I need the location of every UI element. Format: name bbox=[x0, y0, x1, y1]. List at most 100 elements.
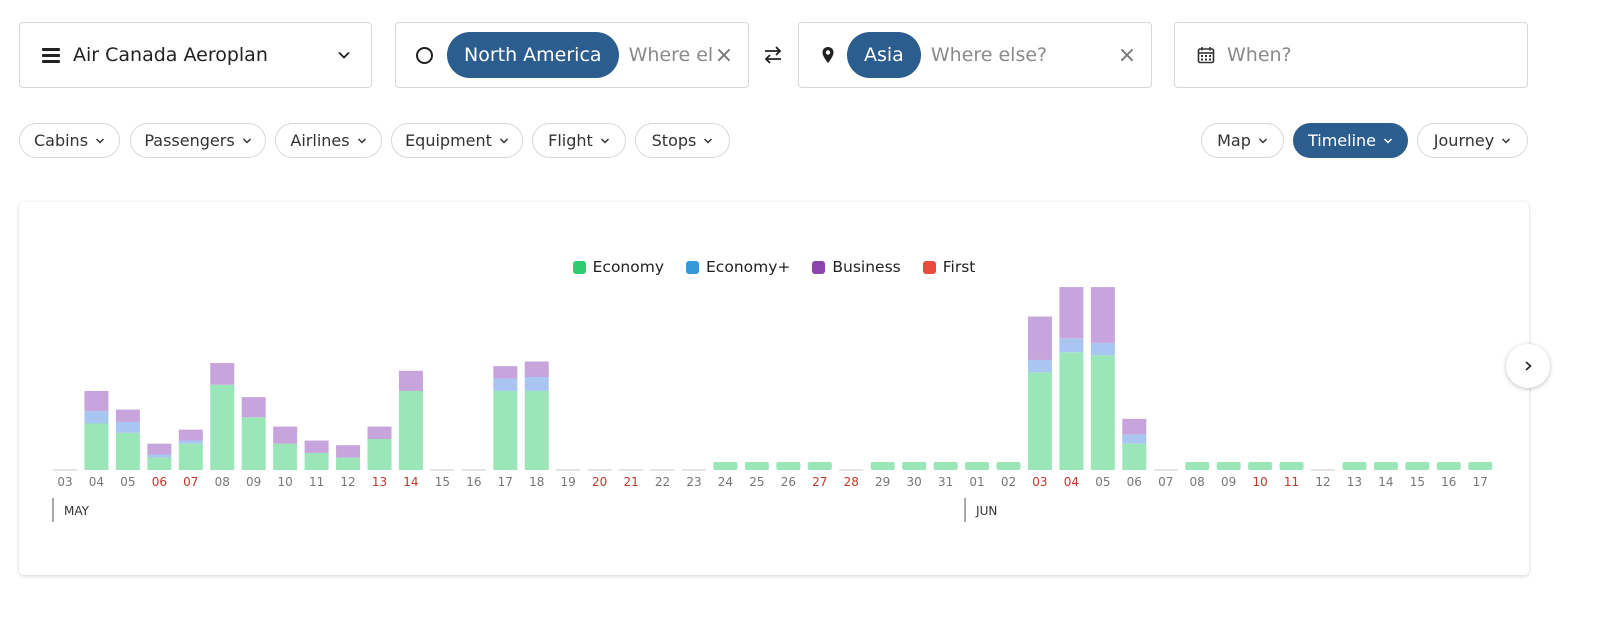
bar-segment-business bbox=[524, 361, 549, 377]
chevron-down-icon bbox=[704, 137, 713, 144]
bar-segment-economy bbox=[147, 457, 172, 470]
bar-segment-business bbox=[84, 390, 109, 412]
day-tick-label: 12 bbox=[340, 475, 355, 489]
chevron-down-icon bbox=[242, 137, 251, 144]
bar-segment-economy bbox=[1436, 462, 1461, 470]
bar-segment-economy-plus bbox=[1059, 338, 1084, 353]
bar-segment-economy bbox=[1248, 462, 1273, 470]
day-tick-label: 29 bbox=[875, 475, 890, 489]
day-tick-label: 05 bbox=[1095, 475, 1110, 489]
filter-label: Passengers bbox=[144, 131, 235, 150]
bar-segment-economy-plus bbox=[493, 378, 518, 391]
bar-segment-economy-plus bbox=[1090, 342, 1115, 356]
program-select[interactable]: Air Canada Aeroplan bbox=[19, 22, 372, 88]
day-tick-label: 03 bbox=[57, 475, 72, 489]
day-tick-label: 16 bbox=[1441, 475, 1456, 489]
bar-segment-economy-plus bbox=[147, 454, 172, 458]
filter-airlines[interactable]: Airlines bbox=[275, 123, 382, 158]
destination-chip[interactable]: Asia bbox=[847, 32, 921, 78]
day-tick-label: 15 bbox=[1410, 475, 1425, 489]
bar-segment-business bbox=[367, 426, 392, 439]
chevron-down-icon bbox=[600, 137, 609, 144]
view-timeline[interactable]: Timeline bbox=[1293, 123, 1408, 158]
destination-clear-icon[interactable]: × bbox=[1117, 43, 1137, 68]
day-tick-label: 07 bbox=[1158, 475, 1173, 489]
view-label: Journey bbox=[1433, 131, 1495, 150]
day-tick-label: 25 bbox=[749, 475, 764, 489]
chevron-down-icon bbox=[96, 137, 105, 144]
filter-equipment[interactable]: Equipment bbox=[391, 123, 523, 158]
bar-segment-economy bbox=[1185, 462, 1210, 470]
origin-input[interactable]: Where else? bbox=[629, 44, 714, 66]
day-tick-label: 04 bbox=[89, 475, 104, 489]
day-tick-label: 28 bbox=[844, 475, 859, 489]
bar-segment-economy bbox=[367, 439, 392, 470]
day-tick-label: 08 bbox=[215, 475, 230, 489]
bar-segment-economy bbox=[1122, 443, 1147, 470]
month-label: MAY bbox=[64, 504, 90, 518]
day-tick-label: 06 bbox=[1127, 475, 1142, 489]
bar-segment-economy bbox=[713, 462, 738, 470]
bar-segment-economy-plus bbox=[1122, 434, 1147, 444]
chevron-down-icon bbox=[1502, 137, 1511, 144]
day-tick-label: 12 bbox=[1315, 475, 1330, 489]
day-tick-label: 17 bbox=[498, 475, 513, 489]
day-tick-label: 09 bbox=[246, 475, 261, 489]
day-tick-label: 06 bbox=[152, 475, 167, 489]
filter-label: Flight bbox=[548, 131, 593, 150]
bar-segment-business bbox=[273, 426, 298, 444]
view-label: Timeline bbox=[1307, 131, 1377, 150]
day-tick-label: 19 bbox=[561, 475, 576, 489]
day-tick-label: 20 bbox=[592, 475, 607, 489]
bar-segment-business bbox=[115, 409, 140, 422]
swap-icon[interactable] bbox=[762, 44, 784, 66]
bar-segment-economy bbox=[1090, 355, 1115, 470]
date-field[interactable]: When? bbox=[1174, 22, 1528, 88]
bar-segment-economy bbox=[336, 457, 361, 470]
bar-segment-economy bbox=[1342, 462, 1367, 470]
filter-stops[interactable]: Stops bbox=[635, 123, 730, 158]
location-pin-icon bbox=[822, 47, 834, 63]
day-tick-label: 31 bbox=[938, 475, 953, 489]
day-tick-label: 03 bbox=[1032, 475, 1047, 489]
bar-segment-business bbox=[1090, 287, 1115, 343]
chevron-down-icon bbox=[1383, 137, 1393, 144]
next-page-button[interactable] bbox=[1506, 344, 1550, 388]
bar-segment-economy bbox=[524, 390, 549, 470]
bar-segment-economy bbox=[84, 423, 109, 470]
calendar-icon bbox=[1197, 47, 1215, 64]
filter-cabins[interactable]: Cabins bbox=[19, 123, 120, 158]
origin-chip[interactable]: North America bbox=[447, 32, 619, 78]
day-tick-label: 16 bbox=[466, 475, 481, 489]
date-input[interactable]: When? bbox=[1227, 44, 1507, 66]
menu-icon bbox=[42, 45, 60, 66]
bar-segment-economy bbox=[996, 462, 1021, 470]
day-tick-label: 14 bbox=[403, 475, 418, 489]
chevron-right-icon bbox=[1525, 361, 1532, 371]
destination-field[interactable]: Asia Where else? × bbox=[798, 22, 1152, 88]
day-tick-label: 24 bbox=[718, 475, 733, 489]
bar-segment-economy-plus bbox=[1027, 359, 1052, 373]
filter-passengers[interactable]: Passengers bbox=[130, 123, 266, 158]
chevron-down-icon bbox=[357, 137, 366, 144]
bar-segment-business bbox=[210, 363, 235, 385]
bar-segment-economy bbox=[807, 462, 832, 470]
origin-clear-icon[interactable]: × bbox=[714, 43, 734, 68]
origin-field[interactable]: North America Where else? × bbox=[395, 22, 749, 88]
view-map[interactable]: Map bbox=[1201, 123, 1284, 158]
bar-segment-economy bbox=[398, 390, 423, 470]
day-tick-label: 30 bbox=[907, 475, 922, 489]
bar-segment-economy bbox=[1027, 372, 1052, 470]
view-label: Map bbox=[1217, 131, 1251, 150]
bar-segment-economy bbox=[744, 462, 769, 470]
bar-segment-economy bbox=[965, 462, 990, 470]
day-tick-label: 10 bbox=[1252, 475, 1267, 489]
day-tick-label: 04 bbox=[1064, 475, 1079, 489]
bar-segment-economy bbox=[933, 462, 958, 470]
day-tick-label: 17 bbox=[1473, 475, 1488, 489]
filter-flight[interactable]: Flight bbox=[532, 123, 626, 158]
destination-input[interactable]: Where else? bbox=[931, 44, 1117, 66]
day-tick-label: 22 bbox=[655, 475, 670, 489]
view-journey[interactable]: Journey bbox=[1417, 123, 1528, 158]
bar-segment-business bbox=[493, 366, 518, 379]
